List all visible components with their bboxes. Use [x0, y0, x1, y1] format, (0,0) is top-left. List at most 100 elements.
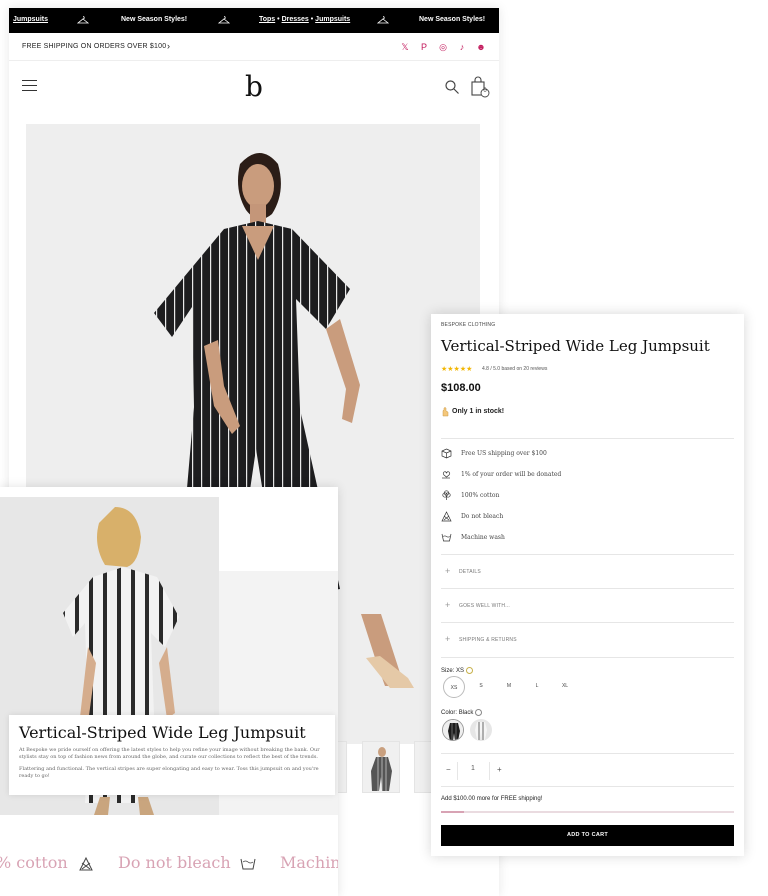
divider: [441, 588, 734, 589]
qty-minus-button[interactable]: −: [446, 765, 451, 774]
ticker-link-jumpsuits-2[interactable]: Jumpsuits: [315, 16, 350, 23]
divider: [441, 622, 734, 623]
divider: [441, 554, 734, 555]
qty-plus-button[interactable]: +: [497, 765, 502, 774]
x-icon[interactable]: 𝕏: [400, 42, 410, 52]
cart-button[interactable]: 0: [470, 76, 490, 98]
plus-icon: +: [445, 566, 451, 576]
divider: [441, 786, 734, 787]
snapchat-icon[interactable]: ☻: [476, 42, 486, 52]
ticker-text: New Season Styles!: [419, 16, 486, 23]
shipping-bar: FREE SHIPPING ON ORDERS OVER $100 › 𝕏 P …: [9, 33, 499, 61]
qty-divider: [457, 762, 458, 780]
size-option-m[interactable]: M: [499, 680, 519, 692]
header-nav: b 0: [9, 62, 499, 114]
feature-label: 1% of your order will be donated: [461, 471, 562, 478]
search-icon[interactable]: [444, 79, 460, 95]
accordion-shipping-returns[interactable]: + SHIPPING & RETURNS: [441, 633, 731, 647]
free-shipping-message: Add $100.00 more for FREE shipping!: [441, 796, 543, 802]
description-title: Vertical-Striped Wide Leg Jumpsuit: [19, 723, 306, 742]
thumbnail-image[interactable]: [362, 741, 400, 793]
shopping-bag-icon: [471, 76, 490, 98]
color-swatch-black[interactable]: [442, 719, 464, 741]
ticker-links: Tops • Dresses • Jumpsuits: [259, 16, 351, 23]
accordion-label: SHIPPING & RETURNS: [459, 637, 517, 643]
feature-row: 100% cotton: [441, 489, 731, 503]
feature-row: 1% of your order will be donated: [441, 468, 731, 482]
color-swatch-white[interactable]: [470, 719, 492, 741]
add-to-cart-button[interactable]: ADD TO CART: [441, 825, 734, 846]
swatch-black-image: [443, 720, 463, 740]
hanger-icon: [377, 16, 389, 24]
ticker-link-tops[interactable]: Tops: [259, 16, 275, 23]
quantity-stepper: − 1 +: [441, 762, 511, 780]
description-paragraph: At Bespoke we pride ourself on offering …: [19, 747, 320, 760]
accordion-label: DETAILS: [459, 569, 481, 575]
qty-value[interactable]: 1: [471, 765, 475, 772]
care-text-machine: Machine: [280, 853, 338, 872]
size-label-row: Size: XS: [441, 667, 473, 674]
size-option-xl[interactable]: XL: [555, 680, 575, 692]
feature-label: Free US shipping over $100: [461, 450, 547, 457]
selected-color: Black: [458, 710, 474, 717]
product-title: Vertical-Striped Wide Leg Jumpsuit: [441, 337, 710, 355]
machine-wash-icon: [441, 533, 452, 542]
announcement-ticker: Jumpsuits New Season Styles! Tops • Dres…: [9, 8, 499, 33]
size-label: Size:: [441, 668, 455, 675]
divider: [441, 657, 734, 658]
stock-status: Only 1 in stock!: [452, 408, 505, 415]
no-bleach-icon: [79, 856, 93, 871]
free-shipping-progress: [441, 811, 734, 813]
thumbnail-photo: [371, 747, 392, 791]
qty-divider: [489, 762, 490, 780]
plus-icon: +: [445, 634, 451, 644]
hamburger-menu-icon[interactable]: [22, 80, 37, 92]
box-icon: [441, 448, 452, 459]
ticker-link-dresses[interactable]: Dresses: [282, 16, 309, 23]
color-label: Color:: [441, 710, 458, 717]
feature-row: Do not bleach: [441, 510, 731, 524]
feature-row: Machine wash: [441, 531, 731, 545]
store-logo[interactable]: b: [245, 70, 263, 103]
accordion-label: GOES WELL WITH...: [459, 603, 510, 609]
heart-hand-icon: [442, 471, 451, 479]
brand-label[interactable]: BESPOKE CLOTHING: [441, 322, 495, 328]
selected-size: XS: [456, 668, 465, 675]
accordion-goes-well-with[interactable]: + GOES WELL WITH...: [441, 599, 731, 613]
rating-stars-icon[interactable]: ★★★★★: [441, 365, 472, 373]
cotton-icon: [442, 490, 451, 500]
hand-icon: [442, 407, 449, 417]
cart-count: 0: [483, 88, 487, 94]
care-text-bleach: Do not bleach: [118, 853, 231, 872]
feature-label: Do not bleach: [461, 513, 504, 520]
info-icon[interactable]: [475, 709, 483, 716]
size-guide-icon[interactable]: [465, 667, 473, 674]
ticker-link-jumpsuits[interactable]: Jumpsuits: [13, 16, 48, 23]
product-info-panel: BESPOKE CLOTHING Vertical-Striped Wide L…: [431, 314, 744, 856]
product-price: $108.00: [441, 382, 481, 394]
accordion-details[interactable]: + DETAILS: [441, 565, 731, 579]
instagram-icon[interactable]: ◎: [438, 42, 448, 52]
pinterest-icon[interactable]: P: [419, 42, 429, 52]
feature-row: Free US shipping over $100: [441, 447, 731, 461]
size-option-l[interactable]: L: [527, 680, 547, 692]
shipping-message[interactable]: FREE SHIPPING ON ORDERS OVER $100: [22, 43, 166, 50]
progress-fill: [441, 811, 465, 813]
no-bleach-icon: [441, 511, 452, 522]
machine-wash-icon: [240, 858, 256, 870]
hanger-icon: [77, 16, 89, 24]
swatch-white-image: [470, 719, 492, 741]
feature-label: 100% cotton: [461, 492, 500, 499]
tiktok-icon[interactable]: ♪: [457, 42, 467, 52]
description-card: Vertical-Striped Wide Leg Jumpsuit At Be…: [9, 715, 335, 795]
ticker-text: New Season Styles!: [121, 16, 188, 23]
plus-icon: +: [445, 600, 451, 610]
chevron-right-icon[interactable]: ›: [167, 41, 170, 51]
size-option-xs[interactable]: XS: [443, 676, 465, 698]
description-paragraph: Flattering and functional. The vertical …: [19, 766, 319, 779]
divider: [441, 438, 734, 439]
care-text-cotton: % cotton: [0, 853, 68, 872]
hanger-icon: [218, 16, 230, 24]
rating-text[interactable]: 4.8 / 5.0 based on 20 reviews: [482, 366, 547, 372]
size-option-s[interactable]: S: [471, 680, 491, 692]
